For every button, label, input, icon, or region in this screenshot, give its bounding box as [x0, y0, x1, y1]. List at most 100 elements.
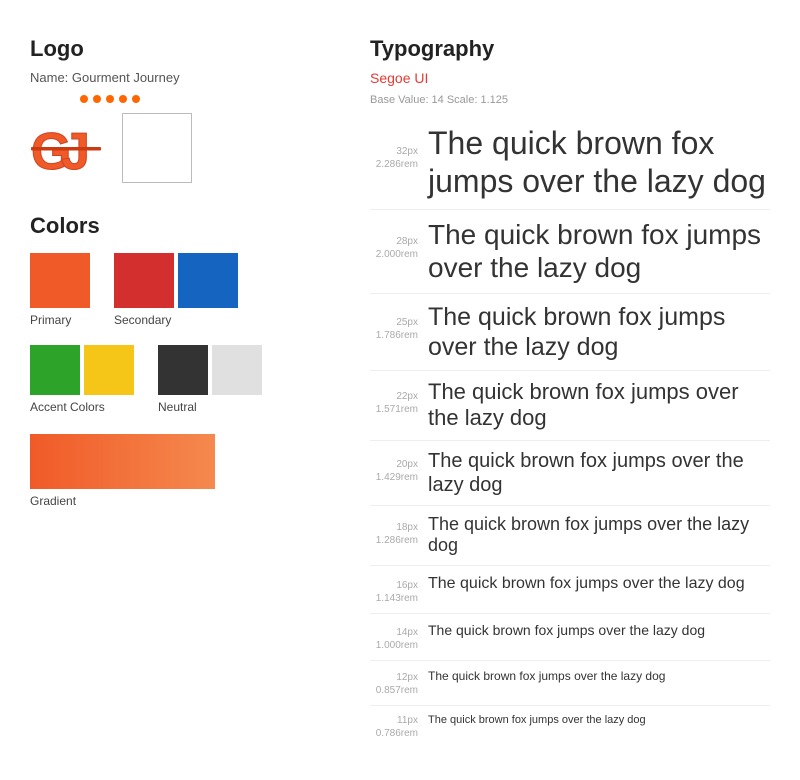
- type-sample-0: The quick brown fox jumps over the lazy …: [428, 124, 770, 201]
- secondary-red-swatch: [114, 253, 174, 308]
- typography-title: Typography: [370, 36, 770, 62]
- type-sample-4: The quick brown fox jumps over the lazy …: [428, 449, 770, 497]
- secondary-group: Secondary: [114, 253, 238, 327]
- type-divider-3: [370, 440, 770, 441]
- type-rem-0: 2.286rem: [370, 158, 418, 171]
- type-row-9: 11px0.786rem The quick brown fox jumps ov…: [370, 714, 770, 740]
- type-rem-1: 2.000rem: [370, 248, 418, 261]
- secondary-blue-swatch: [178, 253, 238, 308]
- type-px-1: 28px: [370, 235, 418, 248]
- dot-1: [80, 95, 88, 103]
- colors-section: Colors Primary Secondary: [30, 213, 310, 508]
- type-scale: 32px2.286rem The quick brown fox jumps ov…: [370, 124, 770, 740]
- neutral-label: Neutral: [158, 400, 262, 414]
- type-size-info-4: 20px1.429rem: [370, 458, 418, 484]
- type-row-4: 20px1.429rem The quick brown fox jumps ov…: [370, 449, 770, 497]
- type-px-4: 20px: [370, 458, 418, 471]
- type-divider-6: [370, 613, 770, 614]
- type-divider-4: [370, 505, 770, 506]
- colors-section-title: Colors: [30, 213, 310, 239]
- type-rem-6: 1.143rem: [370, 592, 418, 605]
- neutral-light-swatch: [212, 345, 262, 395]
- type-size-info-5: 18px1.286rem: [370, 521, 418, 547]
- type-divider-7: [370, 660, 770, 661]
- type-row-3: 22px1.571rem The quick brown fox jumps ov…: [370, 379, 770, 432]
- type-sample-3: The quick brown fox jumps over the lazy …: [428, 379, 770, 432]
- type-rem-3: 1.571rem: [370, 403, 418, 416]
- type-divider-8: [370, 705, 770, 706]
- type-meta: Base Value: 14 Scale: 1.125: [370, 94, 770, 106]
- type-row-7: 14px1.000rem The quick brown fox jumps ov…: [370, 622, 770, 652]
- type-rem-5: 1.286rem: [370, 534, 418, 547]
- type-px-9: 11px: [370, 714, 418, 727]
- secondary-label: Secondary: [114, 313, 238, 327]
- type-row-8: 12px0.857rem The quick brown fox jumps ov…: [370, 669, 770, 697]
- type-size-info-6: 16px1.143rem: [370, 579, 418, 605]
- type-sample-8: The quick brown fox jumps over the lazy …: [428, 669, 665, 683]
- dot-4: [119, 95, 127, 103]
- accent-label: Accent Colors: [30, 400, 134, 414]
- type-size-info-9: 11px0.786rem: [370, 714, 418, 740]
- type-sample-7: The quick brown fox jumps over the lazy …: [428, 622, 705, 639]
- gradient-swatch: [30, 434, 215, 489]
- accent-yellow-swatch: [84, 345, 134, 395]
- type-divider-2: [370, 370, 770, 371]
- logo-dots: [80, 95, 310, 103]
- primary-group: Primary: [30, 253, 90, 327]
- left-panel: Logo Name: Gourment Journey G J Colors: [0, 0, 340, 780]
- secondary-pair: [114, 253, 238, 308]
- type-size-info-3: 22px1.571rem: [370, 390, 418, 416]
- accent-group: Accent Colors: [30, 345, 134, 414]
- type-row-6: 16px1.143rem The quick brown fox jumps ov…: [370, 574, 770, 605]
- type-divider-1: [370, 293, 770, 294]
- type-size-info-2: 25px1.786rem: [370, 316, 418, 342]
- type-px-5: 18px: [370, 521, 418, 534]
- gj-logo-svg: G J: [31, 121, 101, 176]
- type-sample-9: The quick brown fox jumps over the lazy …: [428, 714, 646, 727]
- type-row-0: 32px2.286rem The quick brown fox jumps ov…: [370, 124, 770, 201]
- type-row-1: 28px2.000rem The quick brown fox jumps ov…: [370, 218, 770, 285]
- type-sample-6: The quick brown fox jumps over the lazy …: [428, 574, 745, 593]
- type-row-2: 25px1.786rem The quick brown fox jumps ov…: [370, 302, 770, 362]
- primary-label: Primary: [30, 313, 90, 327]
- accent-pair: [30, 345, 134, 395]
- gradient-label: Gradient: [30, 494, 310, 508]
- type-size-info-0: 32px2.286rem: [370, 145, 418, 171]
- logo-name-label: Name: Gourment Journey: [30, 70, 310, 85]
- type-size-info-7: 14px1.000rem: [370, 626, 418, 652]
- type-rem-9: 0.786rem: [370, 727, 418, 740]
- type-size-info-1: 28px2.000rem: [370, 235, 418, 261]
- dot-2: [93, 95, 101, 103]
- dot-3: [106, 95, 114, 103]
- neutral-pair: [158, 345, 262, 395]
- type-size-info-8: 12px0.857rem: [370, 671, 418, 697]
- type-rem-7: 1.000rem: [370, 639, 418, 652]
- dot-5: [132, 95, 140, 103]
- type-px-3: 22px: [370, 390, 418, 403]
- type-px-0: 32px: [370, 145, 418, 158]
- logo-placeholder-box: [122, 113, 192, 183]
- type-sample-2: The quick brown fox jumps over the lazy …: [428, 302, 770, 362]
- type-divider-0: [370, 209, 770, 210]
- type-rem-2: 1.786rem: [370, 329, 418, 342]
- logo-gj: G J: [30, 118, 102, 178]
- font-name: Segoe UI: [370, 70, 770, 86]
- logo-section-title: Logo: [30, 36, 310, 62]
- type-sample-1: The quick brown fox jumps over the lazy …: [428, 218, 770, 285]
- type-sample-5: The quick brown fox jumps over the lazy …: [428, 514, 770, 557]
- type-px-6: 16px: [370, 579, 418, 592]
- gradient-section: Gradient: [30, 434, 310, 508]
- right-panel: Typography Segoe UI Base Value: 14 Scale…: [340, 0, 800, 780]
- accent-green-swatch: [30, 345, 80, 395]
- type-px-7: 14px: [370, 626, 418, 639]
- type-px-2: 25px: [370, 316, 418, 329]
- logo-row: G J: [30, 113, 310, 183]
- type-rem-4: 1.429rem: [370, 471, 418, 484]
- type-px-8: 12px: [370, 671, 418, 684]
- neutral-group: Neutral: [158, 345, 262, 414]
- type-rem-8: 0.857rem: [370, 684, 418, 697]
- type-divider-5: [370, 565, 770, 566]
- primary-color-swatch: [30, 253, 90, 308]
- neutral-dark-swatch: [158, 345, 208, 395]
- type-row-5: 18px1.286rem The quick brown fox jumps ov…: [370, 514, 770, 557]
